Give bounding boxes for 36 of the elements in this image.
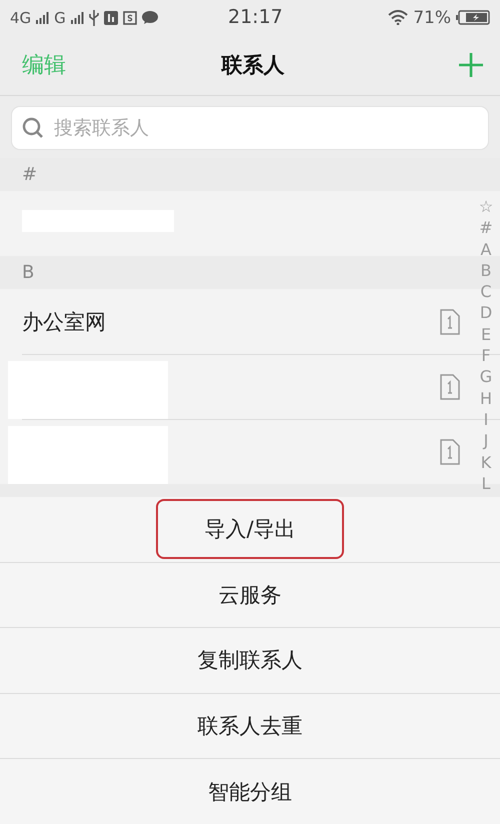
index-letter[interactable]: I <box>484 408 488 430</box>
section-letter: B <box>22 262 34 283</box>
network-label: 4G <box>10 8 32 26</box>
network-label: G <box>54 8 66 26</box>
add-button[interactable] <box>458 52 484 78</box>
sim-card-icon <box>440 438 460 464</box>
index-letter[interactable]: E <box>480 324 492 346</box>
index-letter[interactable]: B <box>480 260 492 282</box>
signal-icon <box>70 12 84 24</box>
index-letter[interactable]: ☆ <box>478 196 494 218</box>
index-letter[interactable]: J <box>484 430 488 452</box>
index-letter[interactable]: A <box>480 238 492 260</box>
app-icon <box>104 10 118 24</box>
contact-name: 办公室网 <box>22 308 106 336</box>
index-letter[interactable]: H <box>480 388 492 409</box>
app-icon <box>122 10 137 24</box>
screen-title: 联系人 <box>222 52 284 79</box>
plus-icon <box>458 52 484 78</box>
section-letter: # <box>22 164 38 185</box>
sim-card-icon <box>440 308 460 334</box>
search-field[interactable]: 搜索联系人 <box>12 107 488 149</box>
wifi-icon <box>388 10 408 25</box>
message-icon <box>142 11 158 24</box>
clock: 21:17 <box>228 6 283 28</box>
index-letter[interactable]: # <box>479 217 493 239</box>
signal-icon <box>36 12 50 24</box>
index-letter[interactable]: D <box>480 302 492 324</box>
battery-percent: 71% <box>413 8 451 28</box>
search-icon <box>22 117 44 139</box>
edit-button[interactable]: 编辑 <box>22 50 66 80</box>
index-letter[interactable]: K <box>480 452 492 473</box>
battery-icon <box>456 10 490 25</box>
index-letter[interactable]: G <box>480 366 492 388</box>
index-letter[interactable]: L <box>482 472 490 494</box>
sim-card-icon <box>440 374 460 400</box>
usb-icon <box>88 10 99 26</box>
